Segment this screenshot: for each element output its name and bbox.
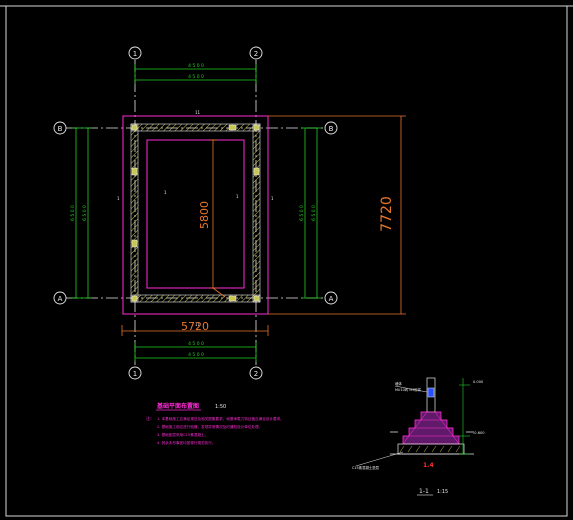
wall-hatching — [130, 123, 261, 303]
foundation-outer-outline — [122, 115, 269, 315]
svg-text:A: A — [58, 295, 63, 303]
note-1: 1. 本基础施工应满足规范及相关图集要求，地基承载力特征值应满足设计要求。 — [157, 416, 284, 421]
svg-text:B: B — [329, 125, 334, 133]
dim-bottom-1: 4 5 0 0 — [188, 341, 204, 347]
section-cut-marks: 11 11 1 1 1 1 — [117, 110, 274, 327]
dim-inner-height: 5800 — [198, 201, 211, 229]
section-ratio-label: 1.4 — [423, 462, 434, 469]
axis-bubble-bottom-1: 1 — [128, 366, 142, 380]
note-3: 3. 基础垫层采用C15素混凝土。 — [157, 432, 208, 437]
section-cut-label: 1-1 — [419, 488, 429, 495]
axis-bubble-left-a: A — [53, 291, 67, 305]
section-note-top2: MU10砖 M5砂浆 — [395, 387, 422, 392]
section-dim-bottom: -0.600 — [473, 431, 485, 435]
plan-title: 基础平面布置图 — [156, 402, 199, 410]
dim-top-2: 4 5 0 0 — [188, 74, 204, 80]
svg-text:1: 1 — [117, 196, 120, 201]
plan-scale: 1:50 — [215, 404, 226, 410]
drawing-border — [5, 5, 568, 517]
axis-bubble-top-1: 1 — [128, 46, 142, 60]
svg-text:B: B — [58, 125, 63, 133]
notes-label: 注： — [146, 415, 154, 421]
svg-text:1: 1 — [236, 194, 239, 199]
svg-text:A: A — [329, 295, 334, 303]
axis-bubble-right-b: B — [324, 121, 338, 135]
dim-top-1: 4 5 0 0 — [188, 63, 204, 69]
svg-text:11: 11 — [195, 110, 201, 115]
section-dim-top: 0.000 — [473, 380, 484, 384]
section-scale: 1:15 — [437, 489, 448, 495]
cad-viewport[interactable]: 1 2 1 2 B A B A 4 5 0 0 4 5 0 0 4 5 0 0 … — [0, 0, 573, 520]
foundation-plan-drawing: 1 2 1 2 B A B A 4 5 0 0 4 5 0 0 4 5 0 0 … — [0, 5, 573, 517]
svg-text:1: 1 — [133, 50, 137, 58]
dim-left-2: 6 5 0 0 — [82, 205, 88, 221]
note-2: 2. 基础施工前应进行验槽，发现异常情况及时通知设计单位处理。 — [157, 424, 262, 429]
dim-overall-width: 5720 — [181, 320, 209, 333]
dim-left-1: 6 5 0 0 — [70, 205, 76, 221]
section-note-top: 墙体 — [395, 381, 402, 386]
foundation-inner-outline — [146, 139, 245, 289]
svg-text:1: 1 — [164, 190, 167, 195]
svg-text:1: 1 — [271, 196, 274, 201]
dim-overall-height: 7720 — [379, 196, 395, 232]
svg-text:2: 2 — [254, 370, 258, 378]
axis-bubble-left-b: B — [53, 121, 67, 135]
dim-right-1: 6 5 0 0 — [299, 205, 305, 221]
axis-bubble-top-2: 2 — [249, 46, 263, 60]
column-markers — [131, 124, 260, 302]
dim-bottom-2: 4 5 0 0 — [188, 352, 204, 358]
note-4: 4. 其余未尽事宜均按现行规范执行。 — [157, 440, 215, 445]
axis-bubble-bottom-2: 2 — [249, 366, 263, 380]
axis-bubble-right-a: A — [324, 291, 338, 305]
orange-dimension-lines — [121, 115, 406, 336]
section-note-left: C15素混凝土垫层 — [352, 465, 380, 470]
dim-right-2: 6 5 0 0 — [311, 205, 317, 221]
svg-text:2: 2 — [254, 50, 258, 58]
svg-text:1: 1 — [133, 370, 137, 378]
